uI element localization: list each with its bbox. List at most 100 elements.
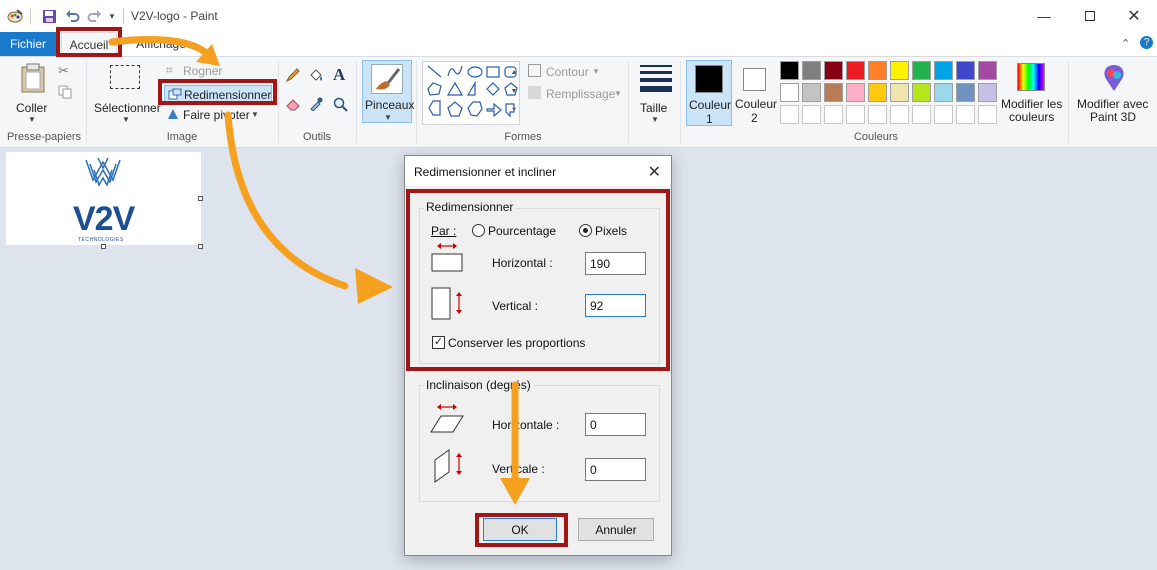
crop-icon: ⌗: [166, 63, 173, 77]
cut-icon[interactable]: ✂: [58, 63, 69, 79]
close-button[interactable]: ✕: [1111, 0, 1157, 32]
color-swatch[interactable]: [934, 61, 953, 80]
copy-icon[interactable]: [58, 85, 72, 102]
color-swatch[interactable]: [978, 61, 997, 80]
custom-color-swatch[interactable]: [824, 105, 843, 124]
dialog-close-icon[interactable]: ✕: [648, 162, 661, 182]
color-palette: [780, 61, 1000, 125]
color-2-button[interactable]: Couleur 2: [734, 60, 778, 126]
save-icon[interactable]: [41, 8, 57, 24]
color-swatch[interactable]: [846, 83, 865, 102]
minimize-icon: —: [1037, 8, 1051, 24]
color-swatch[interactable]: [978, 83, 997, 102]
undo-icon[interactable]: [64, 8, 80, 24]
custom-color-swatch[interactable]: [978, 105, 997, 124]
percentage-radio[interactable]: [472, 224, 485, 237]
pixels-radio[interactable]: [579, 224, 592, 237]
size-button[interactable]: Taille ▼: [634, 61, 678, 125]
separator: [30, 8, 31, 24]
color-swatch[interactable]: [802, 61, 821, 80]
group-label-colors: Couleurs: [853, 131, 899, 143]
image-canvas[interactable]: V2V TECHNOLOGIES: [6, 152, 201, 245]
magnifier-icon[interactable]: [333, 97, 348, 115]
shapes-scroll[interactable]: ▲ ▼ ⯆: [509, 63, 519, 123]
color-picker-icon[interactable]: [309, 97, 323, 114]
paste-button[interactable]: Coller ▼: [12, 61, 52, 125]
resize-handle-bottom[interactable]: [101, 244, 106, 249]
custom-color-swatch[interactable]: [890, 105, 909, 124]
color-swatch[interactable]: [802, 83, 821, 102]
color-swatch[interactable]: [956, 61, 975, 80]
skew-horizontal-label: Horizontale :: [492, 418, 560, 432]
tab-home[interactable]: Accueil: [61, 32, 117, 56]
separator: [123, 8, 124, 24]
maximize-icon: [1085, 11, 1095, 21]
skew-vertical-label: Verticale :: [492, 462, 545, 476]
minimize-button[interactable]: —: [1021, 0, 1067, 32]
keep-ratio-label[interactable]: Conserver les proportions: [448, 336, 585, 350]
vertical-label: Vertical :: [492, 299, 539, 313]
pencil-icon[interactable]: [285, 67, 301, 86]
tab-view[interactable]: Affichage: [134, 32, 188, 56]
ok-button[interactable]: OK: [483, 518, 557, 541]
keep-ratio-checkbox[interactable]: ✓: [432, 336, 445, 349]
resize-handle-corner[interactable]: [198, 244, 203, 249]
resize-label: Redimensionner: [184, 88, 272, 102]
custom-color-swatch[interactable]: [802, 105, 821, 124]
redo-icon[interactable]: [86, 8, 102, 24]
outline-button[interactable]: Contour ▼: [528, 63, 608, 79]
tab-file[interactable]: Fichier: [0, 32, 56, 56]
horizontal-input[interactable]: [585, 252, 646, 275]
color-swatch[interactable]: [868, 83, 887, 102]
color-swatch[interactable]: [846, 61, 865, 80]
custom-color-swatch[interactable]: [846, 105, 865, 124]
edit-colors-button[interactable]: Modifier les couleurs: [1001, 60, 1063, 126]
help-icon[interactable]: ?: [1140, 36, 1153, 49]
color-1-button[interactable]: Couleur 1: [686, 60, 732, 126]
fill-bucket-icon[interactable]: [308, 67, 324, 86]
fill-button[interactable]: Remplissage ▼: [528, 85, 622, 101]
shapes-grid-icon[interactable]: [423, 62, 521, 126]
cancel-button[interactable]: Annuler: [578, 518, 654, 541]
group-label-image: Image: [166, 131, 198, 143]
color-swatch[interactable]: [824, 83, 843, 102]
eraser-icon[interactable]: [285, 97, 301, 114]
separator: [356, 61, 357, 143]
brushes-button[interactable]: Pinceaux ▼: [362, 60, 414, 123]
color-swatch[interactable]: [912, 83, 931, 102]
collapse-ribbon-icon[interactable]: ⌃: [1121, 37, 1130, 50]
group-label-shapes: Formes: [504, 131, 542, 143]
pixels-label[interactable]: Pixels: [595, 224, 627, 238]
color-swatch[interactable]: [956, 83, 975, 102]
resize-handle-right[interactable]: [198, 196, 203, 201]
color-2-swatch: [743, 68, 766, 91]
skew-vertical-input[interactable]: [585, 458, 646, 481]
ribbon-tabs: Fichier Accueil Affichage ⌃ ?: [0, 32, 1157, 56]
custom-color-swatch[interactable]: [868, 105, 887, 124]
color-swatch[interactable]: [780, 61, 799, 80]
resize-button[interactable]: Redimensionner: [164, 85, 272, 103]
customize-quick-access-icon[interactable]: ▾: [107, 8, 117, 24]
color-swatch[interactable]: [780, 83, 799, 102]
color-swatch[interactable]: [824, 61, 843, 80]
maximize-button[interactable]: [1067, 0, 1113, 32]
color-swatch[interactable]: [912, 61, 931, 80]
select-button[interactable]: Sélectionner ▼: [92, 61, 161, 125]
color-swatch[interactable]: [890, 61, 909, 80]
edit-paint3d-button[interactable]: Modifier avec Paint 3D: [1074, 60, 1152, 126]
text-icon[interactable]: A: [333, 65, 345, 85]
crop-button[interactable]: ⌗ Rogner: [166, 63, 226, 79]
custom-color-swatch[interactable]: [956, 105, 975, 124]
custom-color-swatch[interactable]: [780, 105, 799, 124]
color-swatch[interactable]: [868, 61, 887, 80]
group-label-tools: Outils: [302, 131, 332, 143]
vertical-input[interactable]: [585, 294, 646, 317]
color-swatch[interactable]: [934, 83, 953, 102]
skew-horizontal-input[interactable]: [585, 413, 646, 436]
clipboard-icon: [20, 63, 46, 96]
color-swatch[interactable]: [890, 83, 909, 102]
rotate-button[interactable]: Faire pivoter ▼: [166, 107, 261, 123]
percentage-label[interactable]: Pourcentage: [488, 224, 556, 238]
custom-color-swatch[interactable]: [934, 105, 953, 124]
custom-color-swatch[interactable]: [912, 105, 931, 124]
